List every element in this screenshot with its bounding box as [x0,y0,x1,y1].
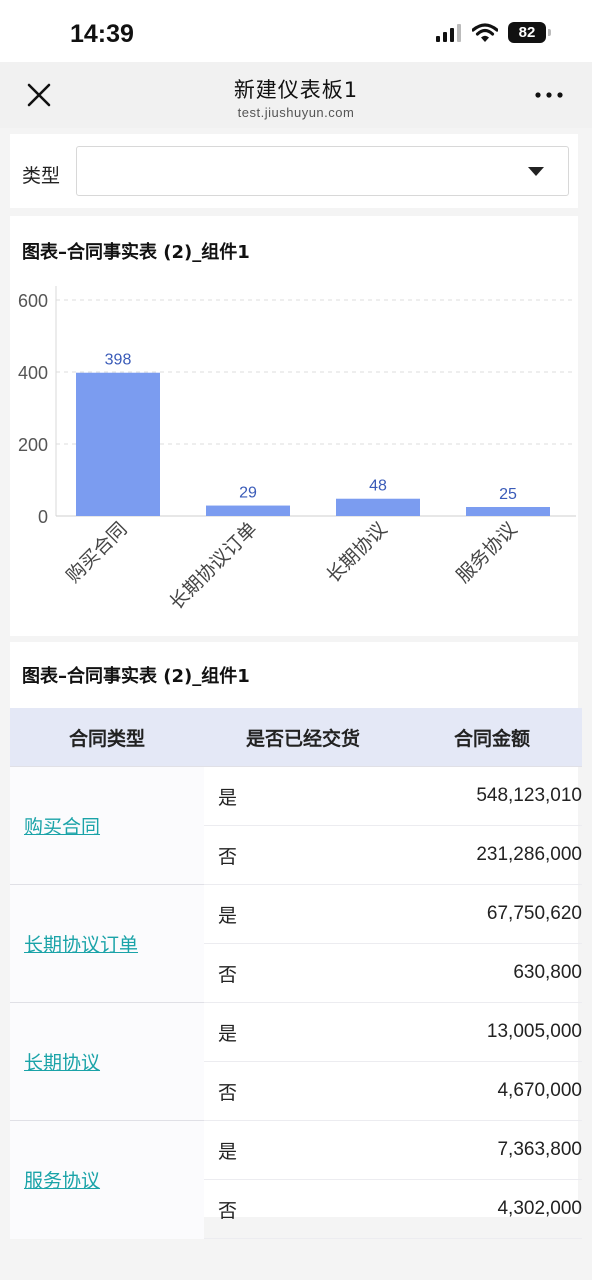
table-row: 服务协议 是 7,363,800 [10,1120,582,1239]
delivered-cell: 是 [204,884,402,944]
amount-cell: 4,302,000 [402,1179,582,1239]
amount-cell: 67,750,620 [402,884,582,944]
delivered-cell: 否 [204,825,402,885]
chart-card: 图表–合同事实表 (2)_组件1 0 200 400 600 398 购买合同 29 长期协议… [10,216,578,636]
delivered-cell: 否 [204,1061,402,1121]
table-row: 长期协议订单 是 67,750,620 [10,884,582,1003]
amount-cell: 7,363,800 [402,1120,582,1180]
delivered-cell: 是 [204,1120,402,1180]
caret-down-icon [528,167,544,176]
column-header[interactable]: 合同金额 [402,708,582,767]
table-header-row: 合同类型 是否已经交货 合同金额 [10,708,582,767]
y-tick-label: 600 [18,291,48,311]
filter-card: 类型 [10,134,578,208]
y-tick-label: 200 [18,435,48,455]
amount-cell: 630,800 [402,943,582,1003]
column-header[interactable]: 是否已经交货 [204,708,402,767]
delivered-cell: 否 [204,1179,402,1239]
table-card: 图表–合同事实表 (2)_组件1 合同类型 是否已经交货 合同金额 购买合同 是… [10,642,582,1239]
data-label: 25 [499,486,517,503]
amount-cell: 13,005,000 [402,1002,582,1062]
table-row: 购买合同 是 548,123,010 [10,766,582,885]
more-icon[interactable] [534,84,564,106]
x-tick-label: 长期协议订单 [165,518,261,614]
data-label: 398 [105,352,132,369]
bar [466,507,550,516]
y-tick-label: 0 [38,507,48,527]
data-label: 48 [369,478,387,495]
y-tick-label: 400 [18,363,48,383]
x-tick-label: 服务协议 [452,518,521,587]
battery-indicator: 82 [508,22,551,43]
contract-table: 合同类型 是否已经交货 合同金额 购买合同 是 548,123,010 否 23… [10,708,582,1239]
bar [206,505,290,516]
nav-title-group: 新建仪表板1 test.jiushuyun.com [0,74,592,120]
contract-type-link[interactable]: 购买合同 [10,766,204,885]
x-tick-label: 购买合同 [62,518,131,587]
bar [76,372,160,516]
battery-tip [548,29,551,36]
data-label: 29 [239,485,257,502]
status-bar: 14:39 82 [0,0,592,62]
filter-label: 类型 [22,165,61,187]
amount-cell: 548,123,010 [402,766,582,826]
wifi-icon [472,22,498,42]
status-time: 14:39 [70,20,134,48]
bar [336,498,420,516]
contract-type-link[interactable]: 长期协议订单 [10,884,204,1003]
delivered-cell: 否 [204,943,402,1003]
x-tick-label: 长期协议 [322,518,391,587]
nav-bar: 新建仪表板1 test.jiushuyun.com [0,62,592,128]
page-subtitle: test.jiushuyun.com [237,105,355,120]
column-header[interactable]: 合同类型 [10,708,204,767]
type-filter-select[interactable] [76,146,569,196]
table-title: 图表–合同事实表 (2)_组件1 [22,666,250,687]
battery-level: 82 [518,24,536,41]
amount-cell: 4,670,000 [402,1061,582,1121]
status-icons: 82 [436,22,551,43]
table-row: 长期协议 是 13,005,000 [10,1002,582,1121]
delivered-cell: 是 [204,1002,402,1062]
amount-cell: 231,286,000 [402,825,582,885]
signal-icon [436,23,461,42]
page-title: 新建仪表板1 [233,78,359,102]
bar-chart: 0 200 400 600 398 购买合同 29 长期协议订单 48 长期协议 25 服务协议 [18,286,576,614]
contract-type-link[interactable]: 长期协议 [10,1002,204,1121]
contract-type-link[interactable]: 服务协议 [10,1120,204,1239]
delivered-cell: 是 [204,766,402,826]
